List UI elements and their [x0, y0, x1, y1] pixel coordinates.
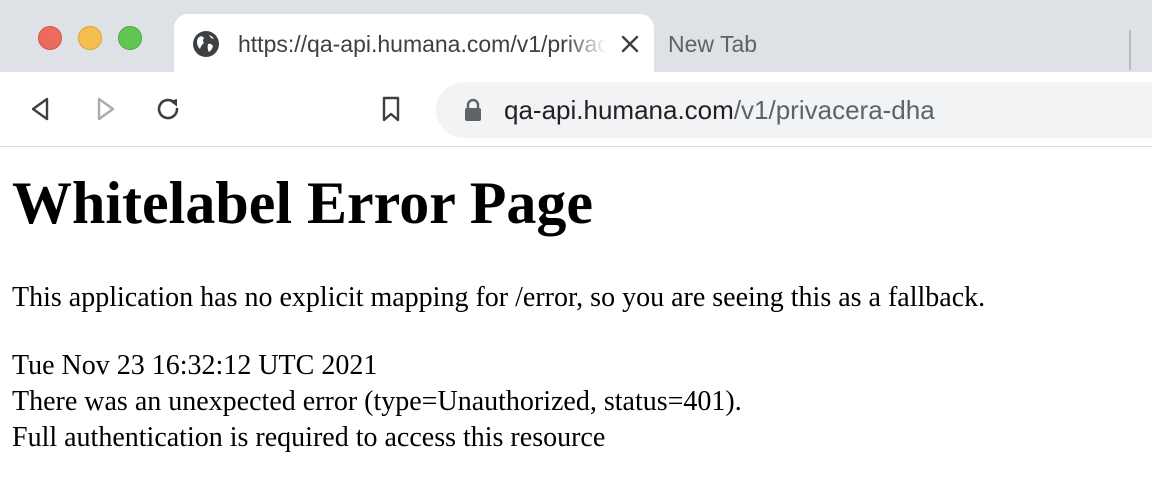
- tab-title: https://qa-api.humana.com/v1/privacera-d…: [238, 28, 606, 62]
- page-heading: Whitelabel Error Page: [12, 170, 594, 236]
- forward-icon[interactable]: [90, 94, 120, 124]
- fallback-message: This application has no explicit mapping…: [12, 282, 986, 313]
- maximize-window-button[interactable]: [118, 26, 142, 50]
- browser-toolbar: qa-api.humana.com/v1/privacera-dha: [0, 72, 1152, 147]
- tab-new-tab[interactable]: New Tab: [668, 24, 757, 64]
- error-description: There was an unexpected error (type=Unau…: [12, 386, 742, 417]
- url-domain: qa-api.humana.com: [504, 95, 734, 125]
- globe-icon: [193, 31, 219, 57]
- error-timestamp: Tue Nov 23 16:32:12 UTC 2021: [12, 350, 378, 381]
- tab-active[interactable]: https://qa-api.humana.com/v1/privacera-d…: [174, 14, 654, 74]
- tab-strip: https://qa-api.humana.com/v1/privacera-d…: [0, 0, 1152, 74]
- bookmark-icon[interactable]: [376, 94, 406, 124]
- url-path: /v1/privacera-dha: [733, 95, 935, 125]
- address-bar[interactable]: qa-api.humana.com/v1/privacera-dha: [436, 82, 1152, 138]
- error-detail: Full authentication is required to acces…: [12, 422, 606, 453]
- minimize-window-button[interactable]: [78, 26, 102, 50]
- back-icon[interactable]: [26, 94, 56, 124]
- close-tab-icon[interactable]: [618, 32, 642, 56]
- close-window-button[interactable]: [38, 26, 62, 50]
- lock-icon[interactable]: [462, 98, 484, 122]
- tab-separator: [1129, 30, 1131, 70]
- reload-icon[interactable]: [153, 94, 183, 124]
- url-text: qa-api.humana.com/v1/privacera-dha: [504, 92, 935, 128]
